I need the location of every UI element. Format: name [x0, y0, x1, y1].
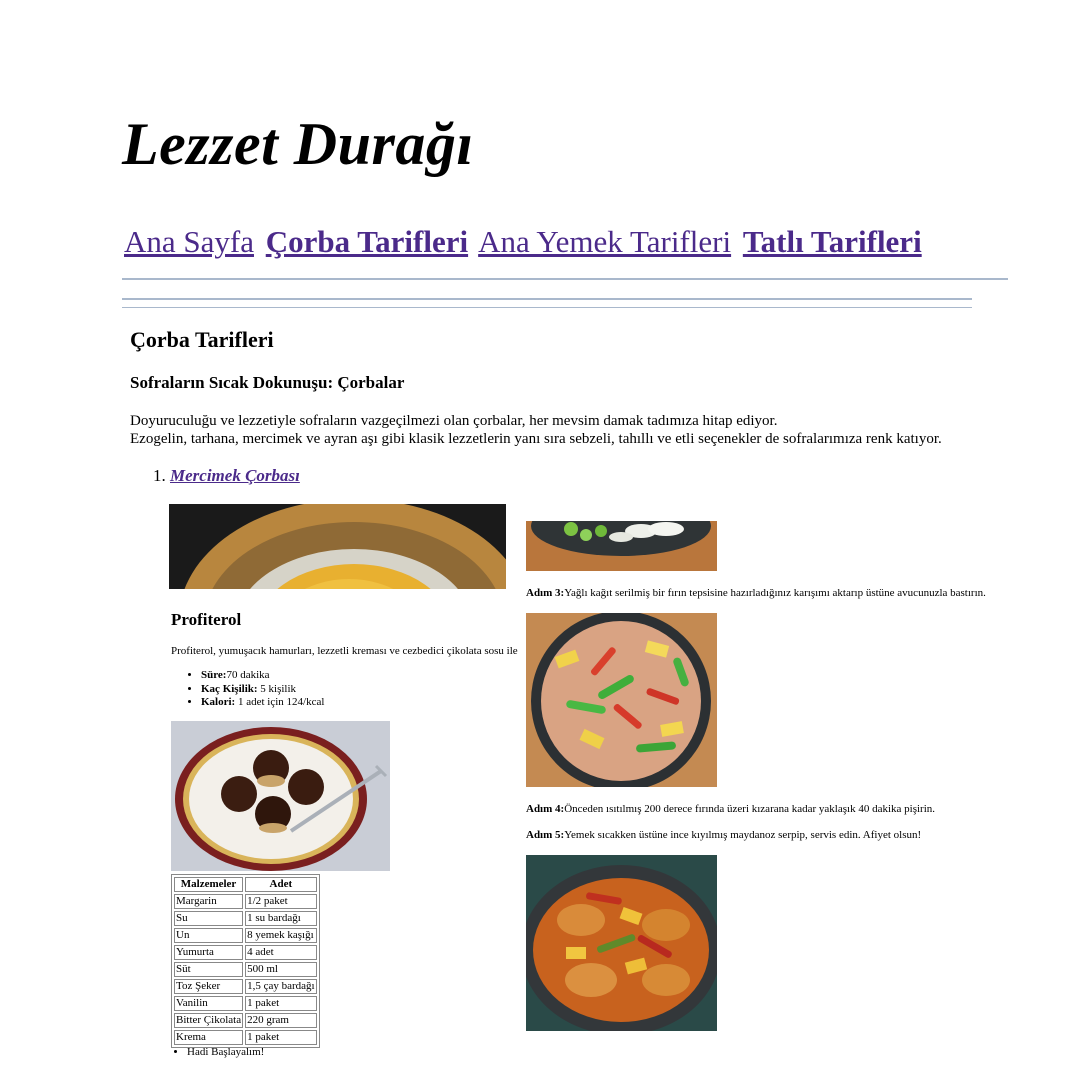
nav-soups-link[interactable]: Çorba Tarifleri — [266, 224, 468, 259]
ingredient-name: Un — [174, 928, 244, 943]
recipe-list-item: 1. Mercimek Çorbası — [153, 466, 300, 486]
nav-desserts-link[interactable]: Tatlı Tarifleri — [743, 224, 922, 259]
ingredients-table: Malzemeler Adet Margarin 1/2 paket Su 1 su… — [171, 874, 320, 1048]
info-duration: Süre:70 dakika — [201, 669, 324, 683]
info-servings: Kaç Kişilik: 5 kişilik — [201, 683, 324, 697]
vegetables-image — [526, 521, 717, 571]
ingredient-name: Bitter Çikolata — [174, 1013, 244, 1028]
intro-line-1: Doyuruculuğu ve lezzetiyle sofraların va… — [130, 413, 778, 429]
step-3: Adım 3:Yağlı kağıt serilmiş bir fırın te… — [526, 587, 986, 599]
nav-mains-link[interactable]: Ana Yemek Tarifleri — [478, 224, 731, 259]
table-row: Margarin 1/2 paket — [174, 894, 317, 909]
table-row: Yumurta 4 adet — [174, 945, 317, 960]
ingredient-name: Süt — [174, 962, 244, 977]
intro-line-2: Ezogelin, tarhana, mercimek ve ayran aşı… — [130, 431, 942, 447]
ingredient-amount: 1 su bardağı — [245, 911, 317, 926]
ingredient-amount: 1/2 paket — [245, 894, 317, 909]
info-servings-label: Kaç Kişilik: — [201, 682, 258, 695]
step-3-label: Adım 3: — [526, 587, 565, 599]
section-divider-bottom — [122, 307, 972, 308]
site-title: Lezzet Durağı — [122, 111, 474, 177]
start-item: Hadi Başlayalım! — [187, 1046, 264, 1058]
info-duration-value: 70 dakika — [226, 669, 270, 681]
step-5-text: Yemek sıcakken üstüne ince kıyılmış mayd… — [564, 829, 922, 841]
header-ingredients: Malzemeler — [174, 877, 244, 892]
ingredient-name: Toz Şeker — [174, 979, 244, 994]
info-calories-label: Kalori: — [201, 696, 236, 708]
table-header-row: Malzemeler Adet — [174, 877, 317, 892]
table-row: Toz Şeker 1,5 çay bardağı — [174, 979, 317, 994]
ingredient-name: Margarin — [174, 894, 244, 909]
info-calories-value: 1 adet için 124/kcal — [235, 696, 325, 708]
section-intro: Doyuruculuğu ve lezzetiyle sofraların va… — [130, 412, 942, 448]
ingredient-name: Vanilin — [174, 996, 244, 1011]
table-row: Vanilin 1 paket — [174, 996, 317, 1011]
nav-home-link[interactable]: Ana Sayfa — [124, 224, 254, 259]
info-calories: Kalori: 1 adet için 124/kcal — [201, 696, 324, 710]
info-servings-value: 5 kişilik — [257, 682, 297, 695]
start-list: Hadi Başlayalım! — [171, 1046, 264, 1058]
ingredient-amount: 8 yemek kaşığı — [245, 928, 317, 943]
ingredient-name: Yumurta — [174, 945, 244, 960]
ingredient-amount: 1,5 çay bardağı — [245, 979, 317, 994]
ingredient-amount: 1 paket — [245, 996, 317, 1011]
step-4: Adım 4:Önceden ısıtılmış 200 derece fırı… — [526, 803, 935, 815]
ingredient-amount: 1 paket — [245, 1030, 317, 1045]
recipe-link-mercimek[interactable]: Mercimek Çorbası — [170, 466, 300, 485]
ingredient-amount: 4 adet — [245, 945, 317, 960]
recipe-number: 1. — [153, 466, 166, 485]
section-title: Çorba Tarifleri — [130, 327, 274, 352]
table-row: Un 8 yemek kaşığı — [174, 928, 317, 943]
info-duration-label: Süre: — [201, 669, 227, 681]
table-row: Süt 500 ml — [174, 962, 317, 977]
table-row: Krema 1 paket — [174, 1030, 317, 1045]
nav-divider — [122, 278, 1008, 280]
ingredient-amount: 500 ml — [245, 962, 317, 977]
ingredient-name: Su — [174, 911, 244, 926]
table-row: Su 1 su bardağı — [174, 911, 317, 926]
profiterol-info-list: Süre:70 dakika Kaç Kişilik: 5 kişilik Ka… — [171, 669, 324, 710]
ingredient-name: Krema — [174, 1030, 244, 1045]
profiterol-title: Profiterol — [171, 610, 242, 629]
soup-image — [169, 504, 506, 589]
header-amount: Adet — [245, 877, 317, 892]
step-4-label: Adım 4: — [526, 803, 565, 815]
section-divider-top — [122, 298, 972, 300]
chicken-pan-cooked-image — [526, 855, 717, 1031]
step-5-label: Adım 5: — [526, 829, 565, 841]
chicken-pan-raw-image — [526, 613, 717, 787]
ingredient-amount: 220 gram — [245, 1013, 317, 1028]
profiterol-description: Profiterol, yumuşacık hamurları, lezzetl… — [171, 645, 518, 657]
table-row: Bitter Çikolata 220 gram — [174, 1013, 317, 1028]
step-3-text: Yağlı kağıt serilmiş bir fırın tepsisine… — [564, 587, 986, 599]
profiterol-image — [171, 721, 390, 871]
section-subtitle: Sofraların Sıcak Dokunuşu: Çorbalar — [130, 373, 405, 392]
step-5: Adım 5:Yemek sıcakken üstüne ince kıyılm… — [526, 829, 921, 841]
main-nav: Ana Sayfa Çorba Tarifleri Ana Yemek Tari… — [124, 224, 926, 260]
step-4-text: Önceden ısıtılmış 200 derece fırında üze… — [564, 803, 936, 815]
